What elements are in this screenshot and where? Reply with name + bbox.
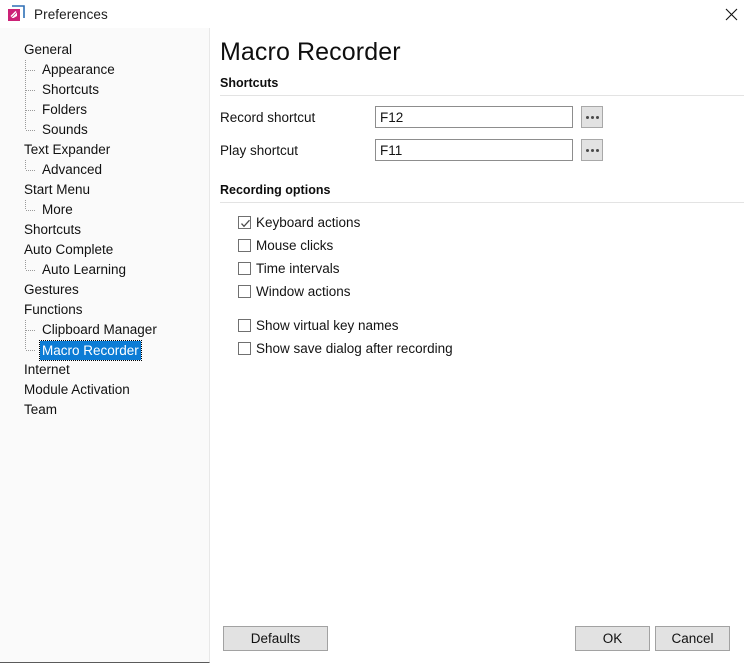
- sidebar-item-shortcuts[interactable]: Shortcuts: [0, 80, 209, 100]
- app-icon: [7, 5, 25, 23]
- sidebar-item-label: Folders: [42, 102, 88, 117]
- checkbox-row-keyboard-actions[interactable]: Keyboard actions: [238, 213, 360, 231]
- sidebar-item-label: Team: [24, 402, 58, 417]
- checkbox-label: Window actions: [256, 283, 351, 299]
- sidebar-item-auto-learning[interactable]: Auto Learning: [0, 260, 209, 280]
- tree-connector-icon: [22, 80, 40, 100]
- checkbox-label: Mouse clicks: [256, 237, 334, 253]
- checkbox-row-window-actions[interactable]: Window actions: [238, 282, 351, 300]
- tree-connector-icon: [22, 340, 40, 360]
- sidebar-item-module-activation[interactable]: Module Activation: [0, 380, 209, 400]
- section-rule-recording-options: [220, 202, 744, 203]
- sidebar-item-label: Start Menu: [24, 182, 91, 197]
- sidebar-item-label: Auto Complete: [24, 242, 114, 257]
- sidebar-item-sounds[interactable]: Sounds: [0, 120, 209, 140]
- sidebar-item-label: Functions: [24, 302, 83, 317]
- sidebar-item-label: Module Activation: [24, 382, 130, 397]
- play-shortcut-browse-button[interactable]: [581, 139, 603, 161]
- sidebar-item-internet[interactable]: Internet: [0, 360, 209, 380]
- tree-connector-icon: [22, 60, 40, 80]
- section-rule-shortcuts: [220, 95, 744, 96]
- checkbox-row-show-virtual-key-names[interactable]: Show virtual key names: [238, 316, 399, 334]
- checkbox-unchecked-icon[interactable]: [238, 318, 251, 332]
- sidebar-item-folders[interactable]: Folders: [0, 100, 209, 120]
- checkbox-row-time-intervals[interactable]: Time intervals: [238, 259, 340, 277]
- sidebar-item-label: Advanced: [42, 162, 103, 177]
- page-title: Macro Recorder: [220, 38, 401, 66]
- label-record-shortcut: Record shortcut: [220, 109, 316, 125]
- field-row-play-shortcut: Play shortcut: [220, 138, 603, 162]
- field-row-record-shortcut: Record shortcut: [220, 105, 603, 129]
- ok-button[interactable]: OK: [575, 626, 650, 651]
- sidebar-item-auto-complete[interactable]: Auto Complete: [0, 240, 209, 260]
- dot-1: [585, 115, 589, 119]
- sidebar-item-more[interactable]: More: [0, 200, 209, 220]
- sidebar-item-text-expander[interactable]: Text Expander: [0, 140, 209, 160]
- dot-3: [595, 148, 599, 152]
- sidebar-item-appearance[interactable]: Appearance: [0, 60, 209, 80]
- preferences-sidebar: General Appearance Shortcuts Folders Sounds T…: [0, 28, 210, 663]
- window-titlebar: Preferences: [0, 0, 754, 28]
- sidebar-item-gestures[interactable]: Gestures: [0, 280, 209, 300]
- sidebar-item-general[interactable]: General: [0, 40, 209, 60]
- cancel-button[interactable]: Cancel: [655, 626, 730, 651]
- record-shortcut-input[interactable]: [375, 106, 573, 128]
- tree-connector-icon: [22, 100, 40, 120]
- checkbox-unchecked-icon[interactable]: [238, 238, 251, 252]
- sidebar-item-functions[interactable]: Functions: [0, 300, 209, 320]
- close-icon[interactable]: [709, 0, 754, 28]
- sidebar-item-label: Clipboard Manager: [42, 322, 157, 337]
- sidebar-item-label: Sounds: [42, 122, 88, 137]
- tree-connector-icon: [22, 160, 40, 180]
- sidebar-item-shortcuts[interactable]: Shortcuts: [0, 220, 209, 240]
- tree-connector-icon: [22, 120, 40, 140]
- sidebar-item-start-menu[interactable]: Start Menu: [0, 180, 209, 200]
- checkbox-unchecked-icon[interactable]: [238, 284, 251, 298]
- sidebar-item-label: Appearance: [42, 62, 115, 77]
- tree-connector-icon: [22, 200, 40, 220]
- dot-3: [595, 115, 599, 119]
- checkbox-unchecked-icon[interactable]: [238, 261, 251, 275]
- sidebar-item-label: Internet: [24, 362, 70, 377]
- checkbox-label: Show save dialog after recording: [256, 340, 453, 356]
- sidebar-item-label: Shortcuts: [42, 82, 100, 97]
- record-shortcut-browse-button[interactable]: [581, 106, 603, 128]
- checkbox-row-show-save-dialog-after-recording[interactable]: Show save dialog after recording: [238, 339, 453, 357]
- play-shortcut-input[interactable]: [375, 139, 573, 161]
- dot-1: [585, 148, 589, 152]
- tree-connector-icon: [22, 260, 40, 280]
- dot-2: [590, 115, 594, 119]
- preferences-tree: General Appearance Shortcuts Folders Sounds T…: [0, 40, 209, 420]
- sidebar-item-label: More: [42, 202, 73, 217]
- checkbox-row-mouse-clicks[interactable]: Mouse clicks: [238, 236, 333, 254]
- defaults-button[interactable]: Defaults: [223, 626, 328, 651]
- checkbox-unchecked-icon[interactable]: [238, 341, 251, 355]
- tree-connector-icon: [22, 320, 40, 340]
- sidebar-item-label: Auto Learning: [42, 262, 127, 277]
- label-play-shortcut: Play shortcut: [220, 142, 299, 158]
- sidebar-item-label: General: [24, 42, 73, 57]
- section-heading-recording-options: Recording options: [220, 183, 331, 197]
- sidebar-item-team[interactable]: Team: [0, 400, 209, 420]
- sidebar-item-label: Gestures: [24, 282, 79, 297]
- dot-2: [590, 148, 594, 152]
- checkbox-label: Show virtual key names: [256, 317, 399, 333]
- checkbox-label: Time intervals: [256, 260, 340, 276]
- sidebar-item-clipboard-manager[interactable]: Clipboard Manager: [0, 320, 209, 340]
- sidebar-item-label: Text Expander: [24, 142, 111, 157]
- checkbox-label: Keyboard actions: [256, 214, 361, 230]
- section-heading-shortcuts: Shortcuts: [220, 76, 279, 90]
- sidebar-item-macro-recorder[interactable]: Macro Recorder: [0, 339, 209, 361]
- window-title: Preferences: [34, 6, 108, 22]
- sidebar-item-label: Shortcuts: [24, 222, 82, 237]
- sidebar-item-label: Macro Recorder: [39, 339, 142, 361]
- checkbox-checked-icon[interactable]: [238, 215, 251, 229]
- sidebar-item-advanced[interactable]: Advanced: [0, 160, 209, 180]
- preferences-content-panel: Macro Recorder Shortcuts Record shortcut…: [211, 28, 754, 667]
